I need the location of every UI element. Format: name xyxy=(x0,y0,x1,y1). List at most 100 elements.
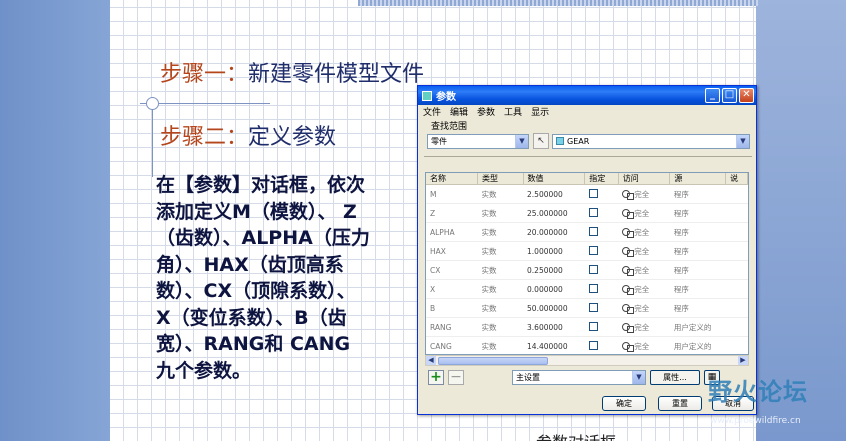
designate-checkbox[interactable] xyxy=(588,226,598,236)
ok-button[interactable]: 确定 xyxy=(602,396,646,411)
designate-cell xyxy=(584,203,619,223)
param-name: M xyxy=(426,184,478,204)
properties-button[interactable]: 属性... xyxy=(650,370,700,385)
access-cell: 完全 xyxy=(618,203,670,223)
param-access: 完全 xyxy=(634,265,650,275)
parameters-dialog: 参数 _ □ ✕ 文件 编辑 参数 工具 显示 查找范围 零件 ▼ ↖ GEAR… xyxy=(417,85,757,415)
chevron-down-icon: ▼ xyxy=(632,371,645,384)
table-header-row: 名称 类型 数值 指定 访问 源 说 xyxy=(426,173,748,185)
menu-bar: 文件 编辑 参数 工具 显示 xyxy=(418,105,756,118)
lock-icon xyxy=(622,228,635,238)
step2-heading: 步骤二：定义参数 xyxy=(160,119,336,151)
param-name: RANG xyxy=(426,317,478,337)
menu-file[interactable]: 文件 xyxy=(423,105,441,118)
param-value[interactable]: 3.600000 xyxy=(523,317,585,337)
designate-checkbox[interactable] xyxy=(588,264,598,274)
designate-cell xyxy=(584,222,619,242)
scope-object-value: GEAR xyxy=(567,137,590,146)
lock-icon xyxy=(622,285,635,295)
param-access: 完全 xyxy=(634,227,650,237)
maximize-button[interactable]: □ xyxy=(722,88,737,103)
column-header[interactable]: 名称 xyxy=(426,173,479,185)
table-row[interactable]: X 实数 0.000000 完全 程序 xyxy=(426,279,748,299)
scope-object-select[interactable]: GEAR ▼ xyxy=(552,134,750,149)
param-access: 完全 xyxy=(634,322,650,332)
param-value[interactable]: 0.250000 xyxy=(523,260,585,280)
scope-type-value: 零件 xyxy=(431,137,447,146)
designate-checkbox[interactable] xyxy=(588,340,598,350)
designate-cell xyxy=(584,279,619,299)
table-row[interactable]: Z 实数 25.000000 完全 程序 xyxy=(426,203,748,223)
scrollbar-thumb[interactable] xyxy=(438,357,548,365)
table-row[interactable]: M 实数 2.500000 完全 程序 xyxy=(426,184,748,204)
table-row[interactable]: RANG 实数 3.600000 完全 用户定义的 xyxy=(426,317,748,337)
access-cell: 完全 xyxy=(618,298,670,318)
divider xyxy=(424,156,752,157)
designate-cell xyxy=(584,298,619,318)
add-parameter-button[interactable]: + xyxy=(428,370,444,385)
description-cell xyxy=(725,336,748,354)
designate-checkbox[interactable] xyxy=(588,302,598,312)
parameters-table: 名称 类型 数值 指定 访问 源 说 M 实数 2.500000 完全 程序 Z 实数 25… xyxy=(425,172,749,355)
reset-button[interactable]: 重置 xyxy=(658,396,702,411)
param-name: X xyxy=(426,279,478,299)
param-value[interactable]: 14.400000 xyxy=(523,336,585,354)
table-row[interactable]: ALPHA 实数 20.000000 完全 程序 xyxy=(426,222,748,242)
param-access: 完全 xyxy=(634,246,650,256)
table-row[interactable]: HAX 实数 1.000000 完全 程序 xyxy=(426,241,748,261)
param-type: 实数 xyxy=(477,298,524,318)
chevron-down-icon: ▼ xyxy=(736,135,749,148)
table-row[interactable]: B 实数 50.000000 完全 程序 xyxy=(426,298,748,318)
scroll-right-icon[interactable]: ▶ xyxy=(738,356,748,365)
menu-edit[interactable]: 编辑 xyxy=(450,105,468,118)
designate-checkbox[interactable] xyxy=(588,245,598,255)
top-decorative-band xyxy=(358,0,758,6)
instruction-line: 宽）、RANG和 CANG xyxy=(156,333,351,355)
param-value[interactable]: 0.000000 xyxy=(523,279,585,299)
lock-icon xyxy=(622,247,635,257)
param-source: 程序 xyxy=(669,184,726,204)
access-cell: 完全 xyxy=(618,241,670,261)
lock-icon xyxy=(622,266,635,276)
column-header[interactable]: 访问 xyxy=(618,173,671,185)
table-row[interactable]: CANG 实数 14.400000 完全 用户定义的 xyxy=(426,336,748,354)
scope-type-select[interactable]: 零件 ▼ xyxy=(427,134,529,149)
designate-checkbox[interactable] xyxy=(588,188,598,198)
param-value[interactable]: 1.000000 xyxy=(523,241,585,261)
param-name: B xyxy=(426,298,478,318)
minimize-button[interactable]: _ xyxy=(705,88,720,103)
param-source: 程序 xyxy=(669,279,726,299)
column-header[interactable]: 源 xyxy=(669,173,727,185)
designate-checkbox[interactable] xyxy=(588,283,598,293)
close-button[interactable]: ✕ xyxy=(739,88,754,103)
menu-display[interactable]: 显示 xyxy=(531,105,549,118)
horizontal-scrollbar[interactable]: ◀ ▶ xyxy=(425,355,749,366)
param-type: 实数 xyxy=(477,336,524,354)
dialog-titlebar[interactable]: 参数 _ □ ✕ xyxy=(418,86,756,105)
minus-icon: − xyxy=(450,369,462,385)
select-object-button[interactable]: ↖ xyxy=(533,133,549,149)
parameter-set-select[interactable]: 主设置 ▼ xyxy=(512,370,646,385)
param-value[interactable]: 25.000000 xyxy=(523,203,585,223)
param-value[interactable]: 2.500000 xyxy=(523,184,585,204)
watermark-url: www.proewildfire.cn xyxy=(710,416,801,426)
watermark-text: 野火论坛 xyxy=(708,378,808,406)
designate-checkbox[interactable] xyxy=(588,321,598,331)
designate-cell xyxy=(584,317,619,337)
scroll-left-icon[interactable]: ◀ xyxy=(426,356,436,365)
column-header[interactable]: 说 xyxy=(725,173,748,185)
table-row[interactable]: CX 实数 0.250000 完全 程序 xyxy=(426,260,748,280)
scope-label: 查找范围 xyxy=(431,122,468,132)
remove-parameter-button[interactable]: − xyxy=(448,370,464,385)
column-header[interactable]: 指定 xyxy=(584,173,619,185)
menu-parameters[interactable]: 参数 xyxy=(477,105,495,118)
description-cell xyxy=(725,241,748,261)
param-value[interactable]: 20.000000 xyxy=(523,222,585,242)
column-header[interactable]: 类型 xyxy=(477,173,524,185)
menu-tools[interactable]: 工具 xyxy=(504,105,522,118)
designate-checkbox[interactable] xyxy=(588,207,598,217)
watermark: 野火论坛 www.proewildfire.cn xyxy=(700,370,840,432)
slide-left-background xyxy=(0,0,110,441)
column-header[interactable]: 数值 xyxy=(523,173,586,185)
param-value[interactable]: 50.000000 xyxy=(523,298,585,318)
